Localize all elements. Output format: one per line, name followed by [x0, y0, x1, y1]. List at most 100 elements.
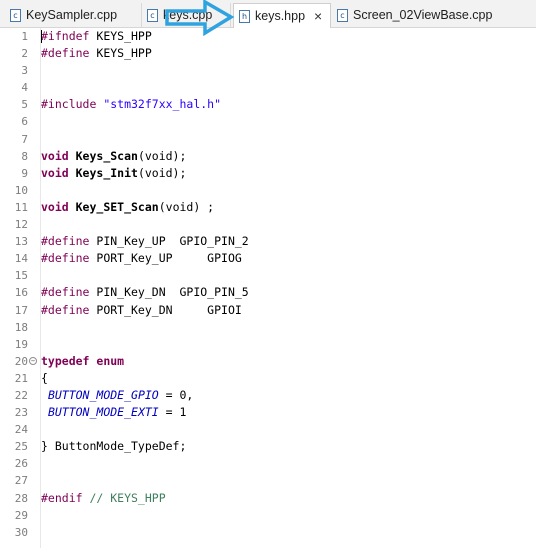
- code-token: void: [41, 199, 76, 214]
- line-number: 8: [21, 149, 28, 163]
- code-token: } ButtonMode_TypeDef;: [41, 439, 187, 454]
- code-line[interactable]: 1 #ifndef KEYS_HPP: [0, 28, 536, 45]
- code-line[interactable]: 13 #define PIN_Key_UP GPIO_PIN_2: [0, 233, 536, 250]
- line-number: 9: [21, 166, 28, 180]
- code-token: PORT_Key_DN GPIOI: [96, 302, 242, 317]
- code-text: void Key_SET_Scan(void) ;: [41, 199, 214, 216]
- code-line[interactable]: 3: [0, 62, 536, 79]
- tab-keys-hpp[interactable]: h keys.hpp ×: [233, 3, 331, 28]
- code-token: = 1: [158, 405, 187, 420]
- line-number: 26: [14, 457, 28, 471]
- line-number: 14: [14, 252, 28, 266]
- c-file-icon: c: [337, 8, 348, 22]
- tab-screen-02viewbase-cpp[interactable]: c Screen_02ViewBase.cpp: [333, 3, 503, 27]
- code-text: typedef enum: [41, 353, 124, 370]
- code-line[interactable]: 2 #define KEYS_HPP: [0, 45, 536, 62]
- code-line[interactable]: 21 {: [0, 370, 536, 387]
- code-token: KEYS_HPP: [96, 46, 152, 61]
- tab-label: Screen_02ViewBase.cpp: [353, 8, 493, 22]
- code-token: BUTTON_MODE_GPIO: [47, 387, 159, 402]
- code-line[interactable]: 5 #include "stm32f7xx_hal.h": [0, 96, 536, 113]
- code-line[interactable]: 28 #endif // KEYS_HPP: [0, 490, 536, 507]
- code-line[interactable]: 4: [0, 79, 536, 96]
- code-line[interactable]: 27: [0, 472, 536, 489]
- code-token: Key_SET_Scan: [75, 199, 159, 214]
- tab-label: keys.hpp: [255, 9, 306, 23]
- tab-keysampler-cpp[interactable]: c KeySampler.cpp: [6, 3, 142, 27]
- code-token: #define: [41, 46, 97, 61]
- code-text: #define KEYS_HPP: [41, 45, 152, 62]
- line-number: 12: [14, 218, 28, 232]
- code-token: enum: [96, 353, 125, 368]
- line-number: 7: [21, 132, 28, 146]
- code-token: Keys_Scan: [75, 148, 138, 163]
- line-number: 5: [21, 98, 28, 112]
- code-line[interactable]: 10: [0, 182, 536, 199]
- code-line[interactable]: 19: [0, 336, 536, 353]
- code-text: #define PORT_Key_UP GPIOG: [41, 250, 242, 267]
- code-token: #define: [41, 285, 97, 300]
- code-token: (void);: [137, 165, 187, 180]
- code-line[interactable]: 14 #define PORT_Key_UP GPIOG: [0, 250, 536, 267]
- code-token: = 0,: [158, 387, 194, 402]
- code-text: } ButtonMode_TypeDef;: [41, 438, 186, 455]
- code-line[interactable]: 25} ButtonMode_TypeDef;: [0, 438, 536, 455]
- code-line[interactable]: 8 void Keys_Scan(void);: [0, 148, 536, 165]
- code-token: PIN_Key_UP GPIO_PIN_2: [96, 234, 249, 249]
- code-text: #include "stm32f7xx_hal.h": [41, 96, 221, 113]
- c-file-icon: c: [10, 8, 21, 22]
- code-token: typedef: [41, 353, 97, 368]
- code-line[interactable]: 23 BUTTON_MODE_EXTI = 1: [0, 404, 536, 421]
- code-token: #define: [41, 234, 97, 249]
- code-token: {: [41, 370, 48, 385]
- code-line[interactable]: 18: [0, 319, 536, 336]
- code-line[interactable]: 20− typedef enum: [0, 353, 536, 370]
- code-line[interactable]: 26: [0, 455, 536, 472]
- code-token: KEYS_HPP: [96, 29, 152, 43]
- code-text: #ifndef KEYS_HPP: [41, 28, 152, 45]
- close-tab-icon[interactable]: ×: [314, 8, 322, 24]
- code-token: BUTTON_MODE_EXTI: [47, 405, 159, 420]
- line-number: 2: [21, 47, 28, 61]
- code-line[interactable]: 15: [0, 267, 536, 284]
- code-text: void Keys_Scan(void);: [41, 148, 186, 165]
- code-token: PIN_Key_DN GPIO_PIN_5: [96, 285, 249, 300]
- line-number: 13: [14, 235, 28, 249]
- line-number: 20: [14, 354, 28, 368]
- code-text: #define PORT_Key_DN GPIOI: [41, 302, 242, 319]
- line-number: 6: [21, 115, 28, 129]
- code-editor[interactable]: 1 #ifndef KEYS_HPP 2 #define KEYS_HPP 3 4 5 #in…: [0, 28, 536, 541]
- fold-toggle-icon[interactable]: −: [29, 356, 37, 365]
- code-text: void Keys_Init(void);: [41, 165, 186, 182]
- line-number: 21: [14, 371, 28, 385]
- code-token: (void) ;: [158, 199, 215, 214]
- line-number: 4: [21, 81, 28, 95]
- code-line[interactable]: 11 void Key_SET_Scan(void) ;: [0, 199, 536, 216]
- line-number: 22: [14, 388, 28, 402]
- code-token: "stm32f7xx_hal.h": [103, 97, 222, 112]
- code-line[interactable]: 24: [0, 421, 536, 438]
- code-text: {: [41, 370, 48, 387]
- code-line[interactable]: 9 void Keys_Init(void);: [0, 165, 536, 182]
- code-token: #define: [41, 302, 97, 317]
- code-line[interactable]: 12: [0, 216, 536, 233]
- code-line[interactable]: 29: [0, 507, 536, 524]
- code-line[interactable]: 6: [0, 113, 536, 130]
- code-line[interactable]: 7: [0, 131, 536, 148]
- line-number: 16: [14, 286, 28, 300]
- code-token: void: [41, 165, 76, 180]
- code-token: #endif: [41, 490, 90, 505]
- code-token: #include: [41, 97, 104, 112]
- code-line[interactable]: 17 #define PORT_Key_DN GPIOI: [0, 302, 536, 319]
- editor-tab-bar: c KeySampler.cpp c keys.cpp h keys.hpp ×…: [0, 0, 536, 28]
- code-line[interactable]: 16 #define PIN_Key_DN GPIO_PIN_5: [0, 284, 536, 301]
- code-text: #define PIN_Key_DN GPIO_PIN_5: [41, 284, 249, 301]
- h-file-icon: h: [239, 9, 250, 23]
- text-cursor: [41, 30, 42, 43]
- line-number: 29: [14, 508, 28, 522]
- line-number: 3: [21, 64, 28, 78]
- code-line[interactable]: 30: [0, 524, 536, 541]
- c-file-icon: c: [147, 8, 158, 22]
- code-line[interactable]: 22 BUTTON_MODE_GPIO = 0,: [0, 387, 536, 404]
